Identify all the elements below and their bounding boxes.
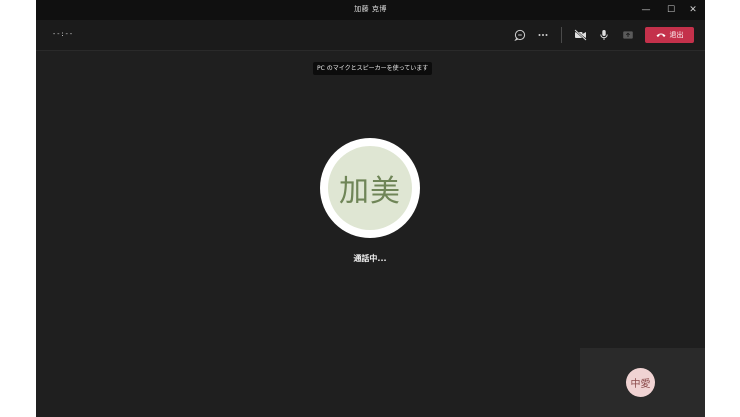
share-icon bbox=[623, 31, 633, 39]
call-status: 通話中... bbox=[353, 254, 387, 263]
chat-icon bbox=[514, 29, 526, 41]
maximize-button[interactable]: ☐ bbox=[664, 3, 678, 17]
chat-button[interactable] bbox=[511, 26, 529, 44]
camera-off-icon bbox=[573, 29, 587, 41]
callee-avatar-ring: 加美 bbox=[320, 138, 420, 238]
more-icon bbox=[538, 34, 548, 36]
microphone-button[interactable] bbox=[595, 26, 613, 44]
share-screen-button[interactable] bbox=[619, 26, 637, 44]
callee-avatar: 加美 bbox=[328, 146, 412, 230]
call-window: 加藤 克博 — ☐ ✕ --:-- 退出 PC のマイクとスピーカーを使っていま… bbox=[36, 0, 705, 417]
window-title: 加藤 克博 bbox=[354, 5, 387, 13]
mic-icon bbox=[600, 30, 608, 40]
camera-toggle-button[interactable] bbox=[571, 26, 589, 44]
call-timer: --:-- bbox=[52, 30, 74, 38]
toolbar-divider bbox=[561, 27, 562, 43]
phone-hangup-icon bbox=[656, 33, 665, 37]
minimize-button[interactable]: — bbox=[639, 3, 653, 17]
leave-call-button[interactable]: 退出 bbox=[645, 27, 694, 43]
title-bar: 加藤 克博 — ☐ ✕ bbox=[36, 0, 705, 20]
leave-call-label: 退出 bbox=[669, 31, 684, 39]
self-avatar: 中愛 bbox=[626, 368, 655, 397]
more-options-button[interactable] bbox=[534, 26, 552, 44]
call-toolbar: --:-- 退出 bbox=[36, 20, 705, 51]
self-video-preview: 中愛 bbox=[580, 348, 705, 417]
audio-device-banner: PC のマイクとスピーカーを使っています bbox=[313, 62, 433, 75]
close-window-button[interactable]: ✕ bbox=[686, 3, 700, 17]
